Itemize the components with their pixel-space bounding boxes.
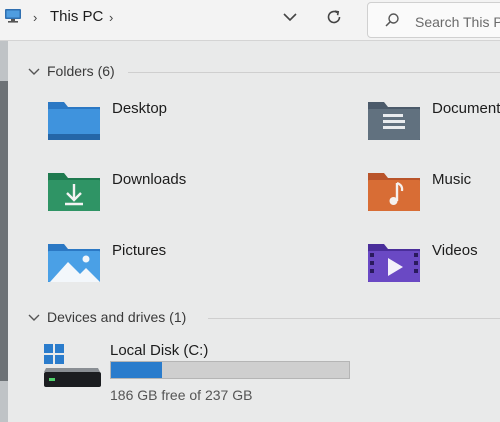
- drive-usage-fill: [111, 362, 163, 378]
- folder-label: Videos: [432, 242, 478, 259]
- search-icon: [385, 13, 399, 27]
- search-placeholder: Search This PC: [415, 14, 500, 30]
- breadcrumb-this-pc[interactable]: This PC: [50, 8, 103, 25]
- folder-videos[interactable]: Videos: [366, 240, 500, 288]
- folder-label: Downloads: [112, 171, 187, 188]
- refresh-icon[interactable]: [325, 8, 343, 26]
- folder-label: Desktop: [112, 100, 168, 117]
- folder-label: Documents: [432, 100, 500, 117]
- documents-folder-icon: [368, 102, 420, 140]
- chevron-down-icon[interactable]: [28, 313, 40, 323]
- this-pc-icon[interactable]: [4, 9, 22, 23]
- drive-free-space: 186 GB free of 237 GB: [110, 387, 253, 403]
- folder-label: Music: [432, 171, 472, 188]
- divider: [208, 318, 500, 319]
- folder-music[interactable]: Music: [366, 169, 500, 217]
- desktop-folder-icon: [48, 102, 100, 140]
- folders-section-title: Folders (6): [47, 63, 115, 79]
- windows-drive-icon: [44, 344, 101, 387]
- navigation-pane-edge: [0, 41, 8, 422]
- folders-section-header[interactable]: Folders (6): [28, 63, 138, 83]
- folder-downloads[interactable]: Downloads: [46, 169, 216, 217]
- folder-label: Pictures: [112, 242, 167, 259]
- pictures-folder-icon: [48, 244, 100, 282]
- breadcrumb-separator[interactable]: ›: [33, 10, 37, 25]
- chevron-down-icon[interactable]: [28, 67, 40, 77]
- drive-local-disk-c[interactable]: Local Disk (C:) 186 GB free of 237 GB: [44, 342, 364, 408]
- folder-documents[interactable]: Documents: [366, 98, 500, 146]
- search-box[interactable]: Search This PC: [367, 2, 500, 38]
- drive-label: Local Disk (C:): [110, 342, 209, 359]
- drives-section-header[interactable]: Devices and drives (1): [28, 309, 218, 329]
- drives-section-title: Devices and drives (1): [47, 309, 187, 325]
- videos-folder-icon: [368, 244, 420, 282]
- divider: [128, 72, 500, 73]
- drive-usage-bar: [110, 361, 350, 379]
- breadcrumb-separator[interactable]: ›: [109, 10, 113, 25]
- downloads-folder-icon: [48, 173, 100, 211]
- folder-pictures[interactable]: Pictures: [46, 240, 216, 288]
- music-folder-icon: [368, 173, 420, 211]
- address-bar: › This PC › Search This PC: [0, 0, 500, 41]
- address-history-chevron-icon[interactable]: [282, 11, 298, 23]
- folder-desktop[interactable]: Desktop: [46, 98, 216, 146]
